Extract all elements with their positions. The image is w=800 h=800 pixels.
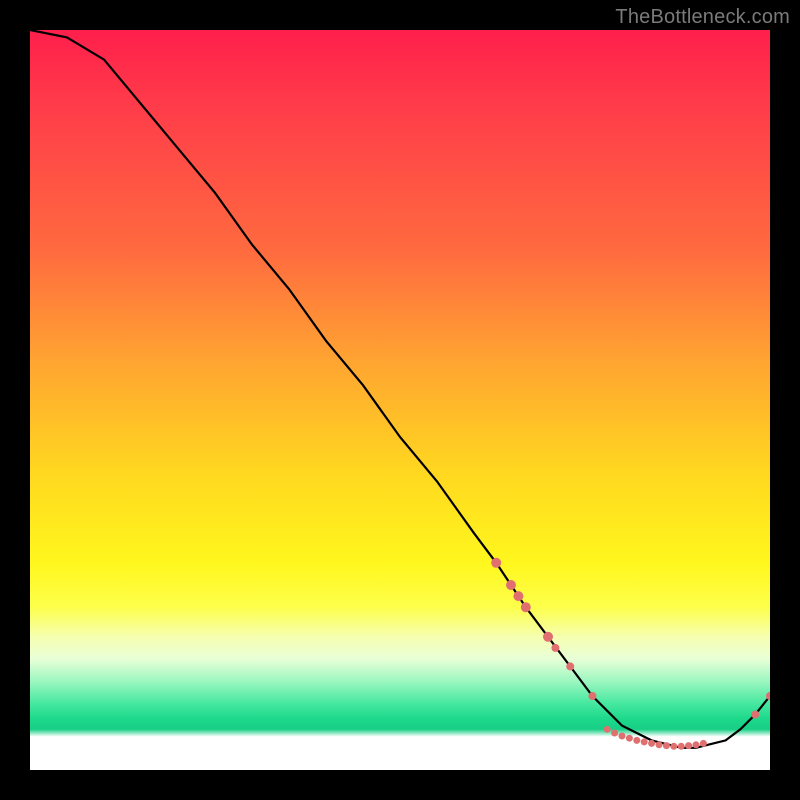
background-gradient (30, 30, 770, 770)
chart-stage: TheBottleneck.com (0, 0, 800, 800)
watermark-text: TheBottleneck.com (615, 6, 790, 29)
plot-area (30, 30, 770, 770)
